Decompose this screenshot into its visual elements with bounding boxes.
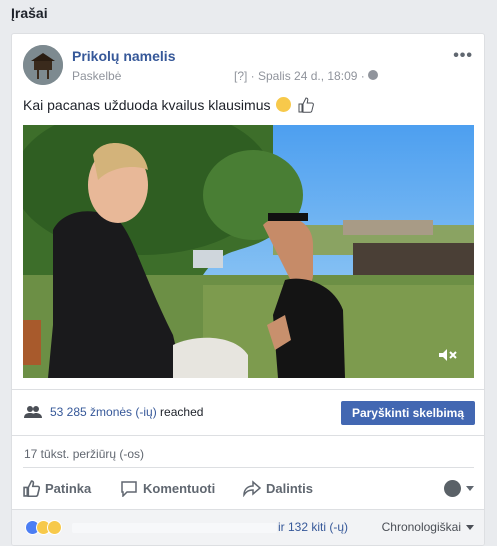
like-button[interactable]: Patinka — [23, 480, 91, 497]
globe-icon — [368, 70, 378, 80]
view-count: 17 tūkst. peržiūrų (-os) — [24, 447, 145, 461]
page-name-link[interactable]: Prikolų namelis — [72, 48, 175, 64]
post-meta: Paskelbė [?] · Spalis 24 d., 18:09 · — [72, 69, 378, 83]
reactions-row: ir 132 kiti (-ų) Chronologiškai — [12, 509, 484, 545]
like-label: Patinka — [45, 481, 92, 496]
reach-text: 53 285 žmonės (-ių) reached — [50, 405, 203, 419]
comment-label: Komentuoti — [143, 481, 216, 496]
comment-button[interactable]: Komentuoti — [120, 480, 215, 497]
actor-avatar — [444, 480, 461, 497]
actor-selector[interactable] — [444, 480, 474, 497]
action-bar: Patinka Komentuoti Dalintis — [23, 467, 474, 509]
people-icon — [24, 405, 42, 424]
post-text-content: Kai pacanas užduoda kvailus klausimus — [23, 97, 271, 113]
comment-icon — [121, 481, 137, 497]
post-date[interactable]: [?] · Spalis 24 d., 18:09 · — [234, 69, 365, 83]
video-player[interactable] — [23, 125, 474, 378]
mute-icon[interactable] — [438, 348, 458, 362]
more-options-icon[interactable]: ••• — [453, 47, 473, 65]
share-icon — [243, 480, 261, 497]
sad-reaction-icon[interactable] — [47, 520, 62, 535]
chevron-down-icon — [466, 486, 474, 491]
share-button[interactable]: Dalintis — [243, 480, 313, 497]
reach-row: 53 285 žmonės (-ių) reached Paryškinti s… — [12, 389, 484, 436]
share-label: Dalintis — [266, 481, 313, 496]
thumbs-up-emoji-icon — [298, 97, 315, 116]
other-reactors-link[interactable]: ir 132 kiti (-ų) — [278, 520, 348, 534]
sort-label: Chronologiškai — [381, 520, 461, 534]
post-card: Prikolų namelis Paskelbė [?] · Spalis 24… — [11, 33, 485, 546]
reach-suffix: reached — [156, 405, 204, 419]
posted-by-label: Paskelbė — [72, 69, 122, 83]
comment-sort-dropdown[interactable]: Chronologiškai — [382, 520, 474, 534]
reach-count-link[interactable]: 53 285 žmonės (-ių) — [50, 405, 157, 419]
like-icon — [23, 480, 40, 497]
boost-post-button[interactable]: Paryškinti skelbimą — [340, 401, 475, 425]
reactor-names-redacted — [72, 523, 277, 533]
section-title: Įrašai — [11, 5, 48, 21]
page-avatar[interactable] — [23, 45, 63, 85]
laughing-emoji-icon — [276, 97, 292, 112]
chevron-down-icon — [466, 524, 474, 530]
post-text: Kai pacanas užduoda kvailus klausimus — [23, 97, 315, 116]
